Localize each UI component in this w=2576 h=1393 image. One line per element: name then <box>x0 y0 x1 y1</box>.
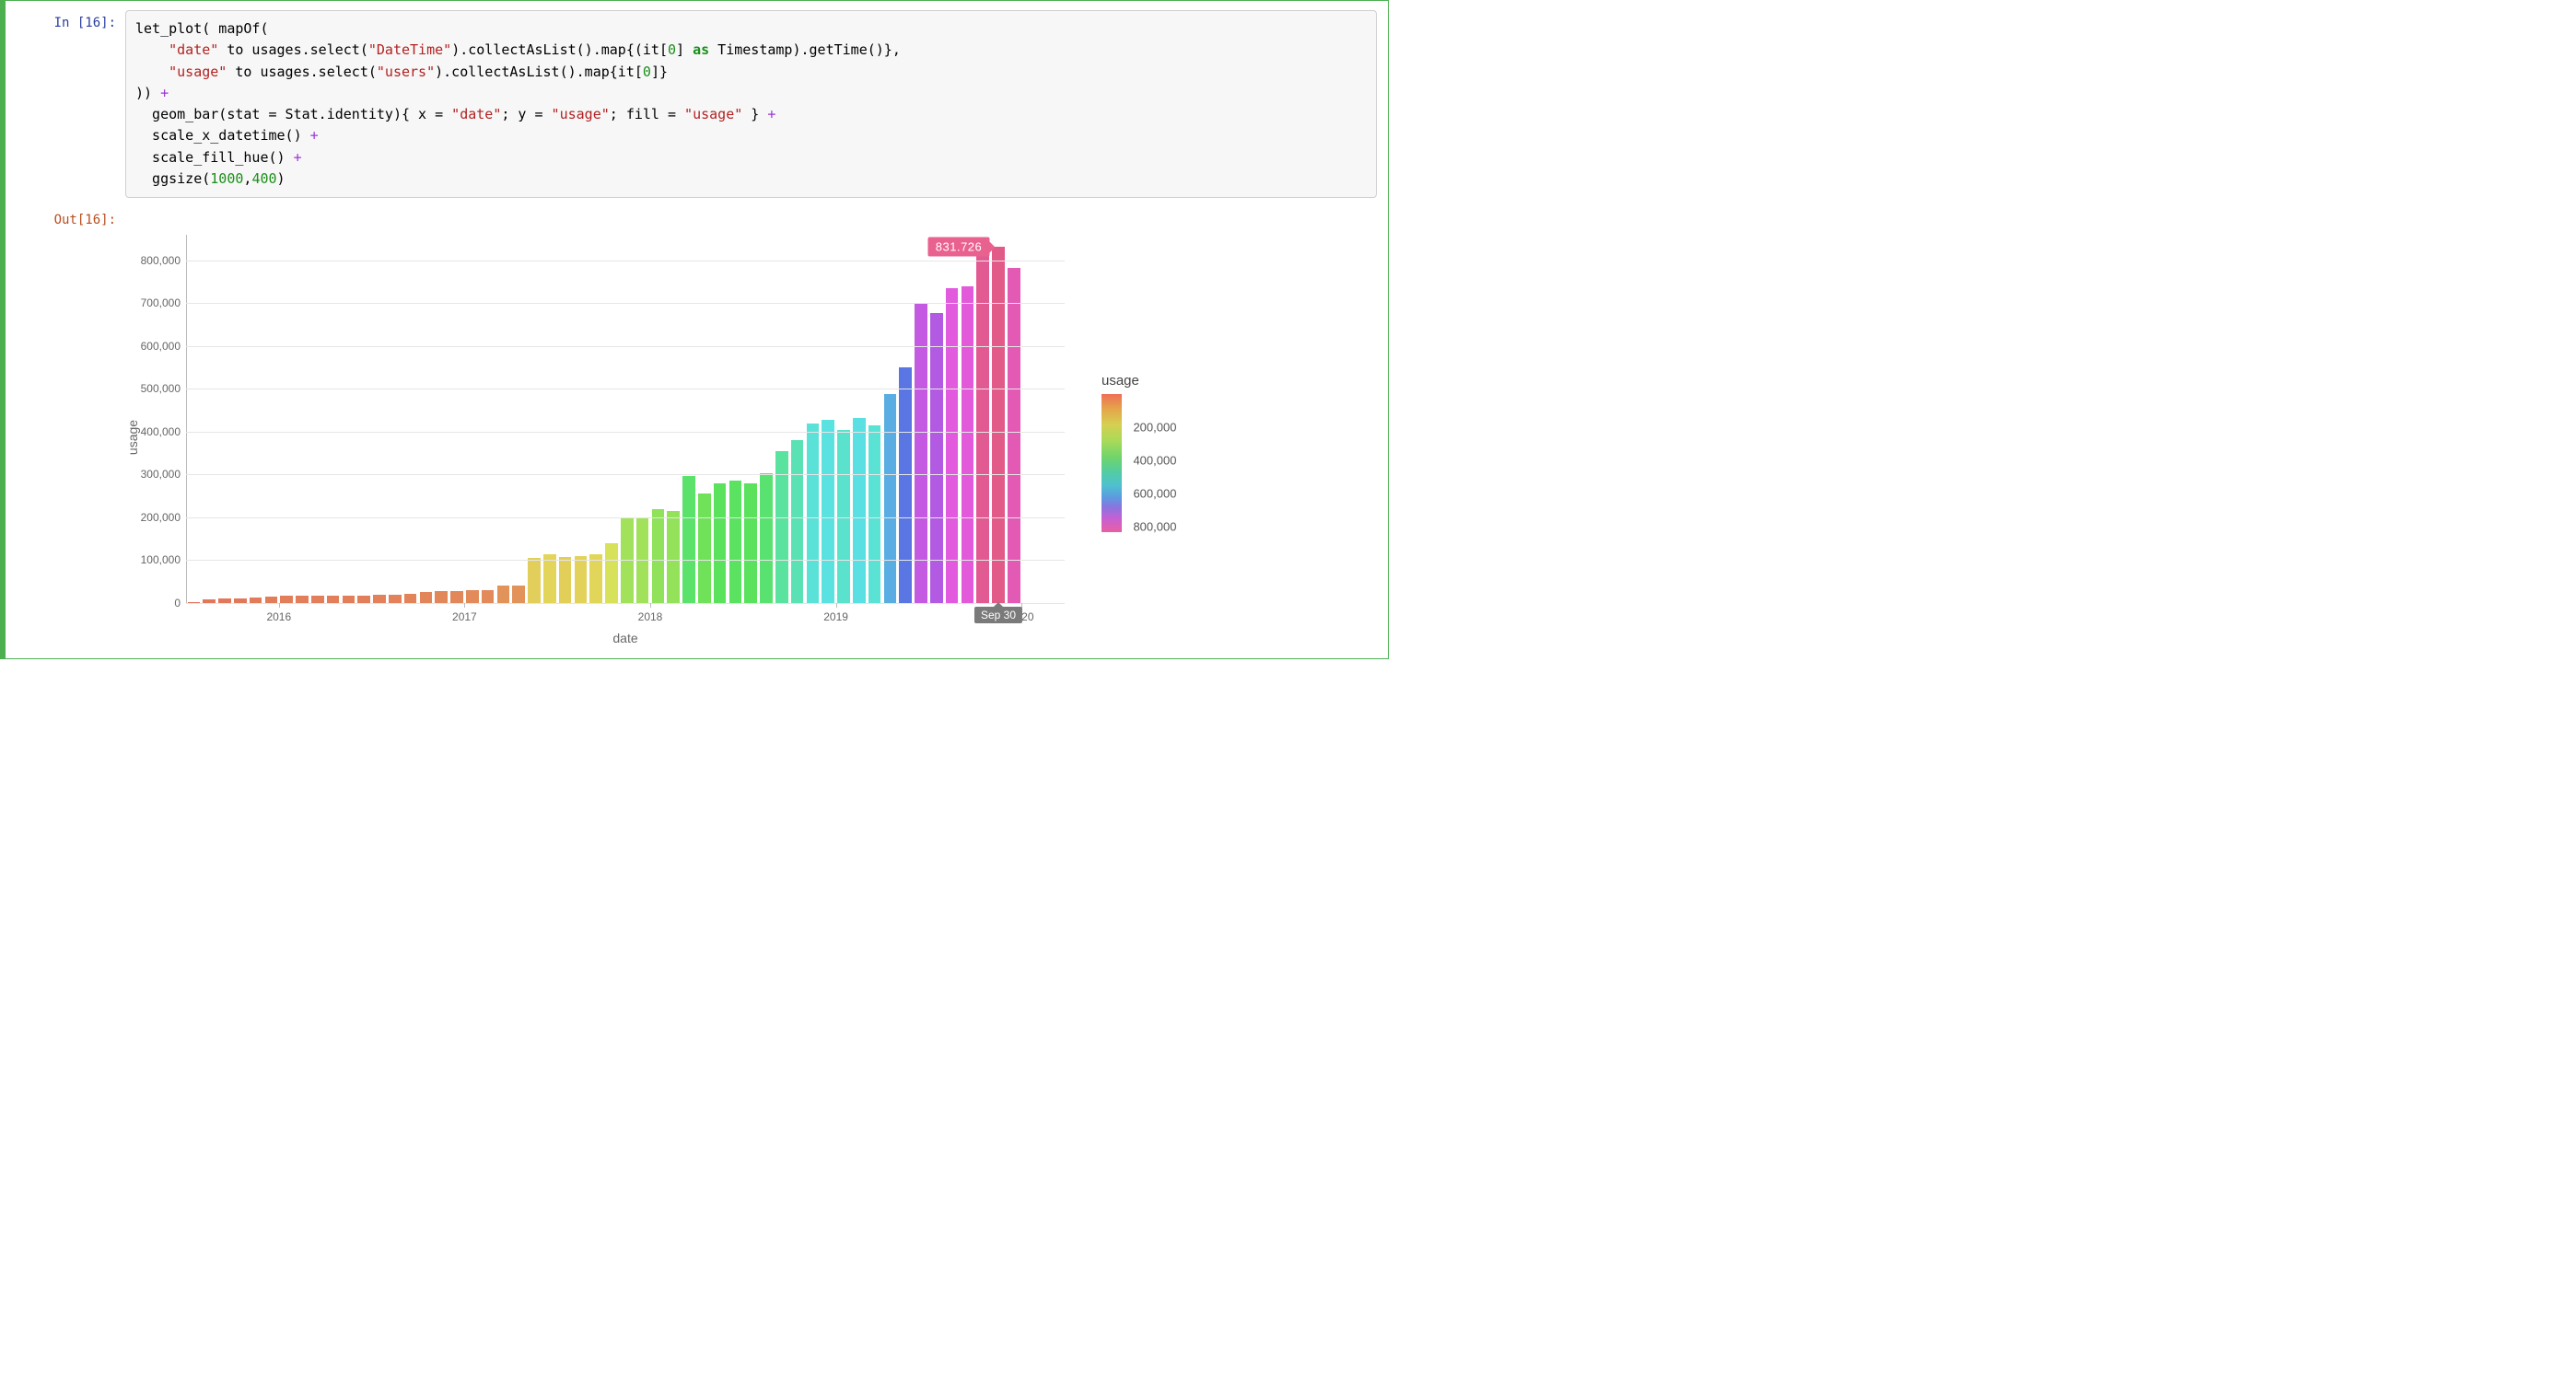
output-body: usage 0100,000200,000300,000400,000500,0… <box>125 207 1377 640</box>
notebook-cell-selected: In [16]: let_plot( mapOf( "date" to usag… <box>0 0 1389 659</box>
bar[interactable] <box>497 586 509 603</box>
bar[interactable] <box>962 286 973 603</box>
legend: usage 200,000 400,000 600,000 800,000 <box>1102 373 1249 532</box>
gridline <box>186 474 1065 475</box>
bar[interactable] <box>791 440 803 603</box>
bar[interactable] <box>714 483 726 603</box>
bar[interactable] <box>435 591 447 603</box>
legend-tick-label: 200,000 <box>1133 421 1176 435</box>
gridline <box>186 517 1065 518</box>
bar[interactable] <box>976 252 988 603</box>
x-tick-label: 2018 <box>638 610 663 623</box>
gridline <box>186 560 1065 561</box>
code-input[interactable]: let_plot( mapOf( "date" to usages.select… <box>125 10 1377 198</box>
out-count: 16 <box>85 213 100 227</box>
in-suffix: ]: <box>100 16 116 30</box>
y-tick-label: 100,000 <box>141 553 181 566</box>
bar[interactable] <box>420 592 432 603</box>
bar[interactable] <box>868 425 880 603</box>
bar[interactable] <box>466 590 478 603</box>
bar[interactable] <box>512 586 524 603</box>
output-prompt: Out[16]: <box>17 207 125 227</box>
gridline <box>186 303 1065 304</box>
bar[interactable] <box>884 394 896 603</box>
bar[interactable] <box>698 493 710 603</box>
out-suffix: ]: <box>100 213 116 227</box>
bar[interactable] <box>311 596 323 603</box>
legend-tick-label: 800,000 <box>1133 520 1176 534</box>
plot-area[interactable]: usage 0100,000200,000300,000400,000500,0… <box>134 235 1065 640</box>
bar[interactable] <box>559 557 571 603</box>
out-prefix: Out[ <box>54 213 86 227</box>
bar[interactable] <box>899 367 911 603</box>
bar[interactable] <box>729 481 741 603</box>
bar[interactable] <box>543 554 555 603</box>
bar[interactable] <box>589 554 601 603</box>
x-tick-label: 2019 <box>823 610 848 623</box>
legend-gradient <box>1102 394 1122 532</box>
x-hover-tag: Sep 30 <box>974 607 1022 623</box>
bar[interactable] <box>482 590 494 603</box>
bar[interactable] <box>575 556 587 603</box>
bar[interactable] <box>605 543 617 603</box>
y-tick-label: 600,000 <box>141 340 181 353</box>
chart: usage 0100,000200,000300,000400,000500,0… <box>125 235 1249 640</box>
y-axis-ticks: 0100,000200,000300,000400,000500,000600,… <box>134 235 186 603</box>
x-axis-label: date <box>612 631 637 645</box>
bar[interactable] <box>992 247 1004 603</box>
bar[interactable] <box>822 420 833 603</box>
bar[interactable] <box>1008 268 1020 603</box>
bars-container <box>186 235 1037 603</box>
tooltip: 831.726 <box>928 238 990 257</box>
y-tick-label: 500,000 <box>141 382 181 395</box>
in-prefix: In [ <box>54 16 86 30</box>
gridline <box>186 603 1065 604</box>
gridline <box>186 432 1065 433</box>
bar[interactable] <box>327 596 339 603</box>
bar[interactable] <box>450 591 462 603</box>
y-tick-label: 300,000 <box>141 468 181 481</box>
output-row: Out[16]: usage 0100,000200,000300,000400… <box>17 207 1377 640</box>
bar[interactable] <box>946 288 958 603</box>
x-tick-mark <box>836 603 837 608</box>
bar[interactable] <box>807 424 819 603</box>
bar[interactable] <box>760 473 772 603</box>
bar[interactable] <box>404 594 416 603</box>
bar[interactable] <box>915 304 927 603</box>
legend-ticks: 200,000 400,000 600,000 800,000 <box>1133 394 1206 532</box>
bar[interactable] <box>853 418 865 603</box>
y-tick-label: 700,000 <box>141 296 181 309</box>
legend-title: usage <box>1102 373 1249 389</box>
bar[interactable] <box>265 597 277 603</box>
legend-tick-label: 400,000 <box>1133 454 1176 468</box>
bar[interactable] <box>357 596 369 603</box>
x-axis-ticks: 20162017201820192020 <box>134 605 1065 627</box>
bar[interactable] <box>682 476 694 603</box>
bar[interactable] <box>343 596 355 603</box>
bar[interactable] <box>389 595 401 603</box>
in-count: 16 <box>85 16 100 30</box>
bar[interactable] <box>296 596 308 603</box>
x-tick-mark <box>279 603 280 608</box>
input-prompt: In [16]: <box>17 10 125 30</box>
input-row: In [16]: let_plot( mapOf( "date" to usag… <box>17 10 1377 198</box>
bar[interactable] <box>528 558 540 603</box>
x-tick-mark <box>464 603 465 608</box>
bar[interactable] <box>280 596 292 603</box>
legend-tick-label: 600,000 <box>1133 487 1176 501</box>
x-tick-mark <box>650 603 651 608</box>
gridline <box>186 346 1065 347</box>
bar[interactable] <box>744 483 756 603</box>
bar[interactable] <box>652 509 664 603</box>
bar[interactable] <box>667 511 679 603</box>
bar[interactable] <box>373 595 385 603</box>
x-tick-label: 2017 <box>452 610 477 623</box>
y-tick-label: 200,000 <box>141 511 181 524</box>
y-tick-label: 400,000 <box>141 425 181 438</box>
x-tick-label: 2016 <box>266 610 291 623</box>
bar[interactable] <box>837 430 849 603</box>
y-tick-label: 800,000 <box>141 254 181 267</box>
